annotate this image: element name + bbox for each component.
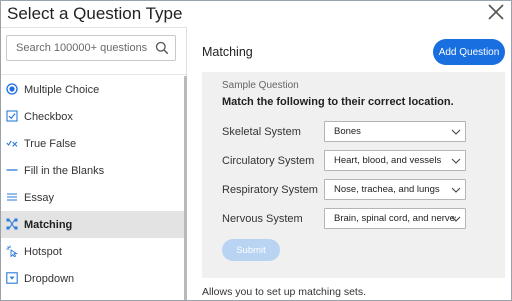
question-type-description: Allows you to set up matching sets. [202,286,366,298]
match-select[interactable]: Heart, blood, and vessels [324,150,466,171]
question-type-list: Multiple Choice Checkbox True False Fill… [1,76,186,292]
match-select-value: Bones [334,126,361,137]
sidebar-scrollbar[interactable] [184,76,187,300]
match-select-value: Brain, spinal cord, and nerves [334,213,456,224]
sidebar-item-label: Checkbox [24,110,73,123]
preview-question: Match the following to their correct loc… [222,96,454,108]
sidebar-item-label: Matching [24,218,73,231]
chevron-down-icon [451,187,461,193]
sidebar-item-label: Multiple Choice [24,83,100,96]
hotspot-icon [6,245,18,257]
sidebar-divider [1,74,186,75]
sidebar-item-fill-in-the-blanks[interactable]: Fill in the Blanks [1,157,186,184]
sidebar-item-label: Dropdown [24,272,75,285]
sidebar-item-essay[interactable]: Essay [1,184,186,211]
dropdown-icon [6,272,18,284]
sidebar-item-label: True False [24,137,77,150]
question-type-heading: Matching [202,45,253,59]
search-icon[interactable] [155,41,169,55]
preview-label: Sample Question [222,80,299,91]
dialog-title: Select a Question Type [7,4,183,23]
question-type-dialog: Select a Question Type Multiple Choice [0,0,512,301]
search-box[interactable] [6,35,176,61]
match-select[interactable]: Brain, spinal cord, and nerves [324,208,466,229]
search-input[interactable] [16,36,154,60]
sidebar-item-dropdown[interactable]: Dropdown [1,265,186,292]
chevron-down-icon [451,129,461,135]
sidebar-item-true-false[interactable]: True False [1,130,186,157]
match-select-value: Heart, blood, and vessels [334,155,442,166]
sidebar-item-matching[interactable]: Matching [1,211,186,238]
close-icon[interactable] [487,3,505,21]
submit-button[interactable]: Submit [222,239,280,261]
match-label: Nervous System [222,213,303,225]
match-select[interactable]: Nose, trachea, and lungs [324,179,466,200]
text-lines-icon [7,193,17,201]
sidebar-item-label: Fill in the Blanks [24,164,105,177]
radio-icon [6,83,18,95]
sidebar-item-hotspot[interactable]: Hotspot [1,238,186,265]
blank-line-icon [6,169,18,171]
sidebar-item-checkbox[interactable]: Checkbox [1,103,186,130]
match-label: Respiratory System [222,184,318,196]
chevron-down-icon [451,216,461,222]
match-label: Circulatory System [222,155,315,167]
match-label: Skeletal System [222,126,301,138]
add-question-button[interactable]: Add Question [433,39,505,65]
sidebar: Multiple Choice Checkbox True False [1,27,187,300]
sidebar-item-multiple-choice[interactable]: Multiple Choice [1,76,186,103]
sidebar-item-label: Essay [24,191,54,204]
match-select-value: Nose, trachea, and lungs [334,184,440,195]
match-select[interactable]: Bones [324,121,466,142]
matching-icon [6,218,18,230]
sidebar-item-label: Hotspot [24,245,62,258]
sample-question-preview: Sample Question Match the following to t… [202,72,505,278]
check-cross-icon [6,140,18,147]
chevron-down-icon [451,158,461,164]
checkbox-icon [6,110,18,122]
